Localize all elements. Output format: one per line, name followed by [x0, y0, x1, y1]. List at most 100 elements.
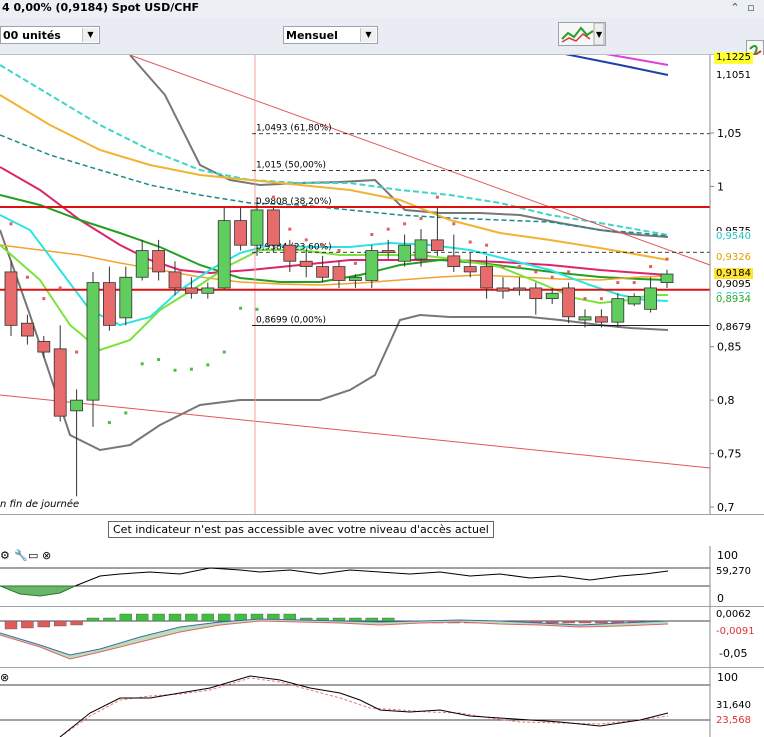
sar-dot-11: [189, 367, 193, 371]
candle-body: [283, 244, 297, 262]
fib-label-1: 1,015 (50,00%): [256, 160, 326, 170]
macd-bar-13: [217, 613, 231, 622]
candle-14: [234, 207, 248, 251]
candle-body: [266, 209, 280, 246]
candle-body: [611, 298, 625, 323]
bollinger-lower-line: [0, 229, 669, 452]
macd-chart: -0,05: [0, 607, 747, 667]
candle-body: [217, 220, 231, 289]
candle-body: [119, 276, 133, 319]
y-tick-label-3: 0,8: [717, 394, 735, 407]
candle-35: [578, 309, 592, 328]
candle-body: [545, 292, 559, 300]
candle-body: [430, 239, 444, 251]
y-tick-label-0: 1,05: [717, 127, 742, 140]
period-value: Mensuel: [286, 29, 338, 42]
stoch-d-line: [59, 677, 669, 737]
candle-6: [103, 266, 116, 331]
candle-5: [86, 271, 100, 427]
units-select[interactable]: 00 unités ▼: [0, 26, 100, 44]
sar-dot-34: [567, 270, 571, 274]
candle-28: [463, 252, 477, 278]
candle-body: [316, 266, 330, 278]
sar-dot-22: [370, 233, 374, 237]
candle-13: [217, 207, 231, 291]
candle-body: [135, 250, 149, 278]
candle-body: [53, 348, 67, 417]
macd-value-label-2: -0,0091: [714, 626, 757, 638]
macd-bar-36: [595, 620, 608, 624]
sar-dot-30: [501, 265, 505, 269]
candle-body: [660, 273, 674, 283]
ma-orange-line: [0, 94, 669, 261]
price-tag-6: 0,9095: [714, 278, 753, 291]
candle-body: [37, 340, 51, 353]
units-value: 00 unités: [3, 29, 61, 42]
candle-body: [529, 287, 543, 300]
candle-body: [201, 287, 215, 294]
trend-line-upper: [129, 55, 711, 266]
ma-navy-line: [564, 55, 669, 76]
price-tag-1: 1,1051: [714, 70, 753, 83]
sar-dot-9: [157, 358, 161, 362]
candle-body: [250, 209, 264, 246]
macd-bar-23: [382, 617, 395, 622]
sar-dot-27: [452, 222, 456, 226]
rsi-chart: 100 0: [0, 546, 738, 606]
candle-body: [595, 316, 608, 323]
sar-dot-33: [550, 275, 554, 279]
sar-dot-1: [25, 275, 29, 279]
access-notice: Cet indicateur n'est pas accessible avec…: [108, 521, 494, 538]
chevron-down-icon[interactable]: ▼: [82, 28, 98, 42]
stochastic-panel: ⊗ 100 31,640 23,568: [0, 668, 764, 737]
chevron-down-icon[interactable]: ▼: [360, 28, 376, 42]
price-chart[interactable]: 1,0493 (61,80%) 1,015 (50,00%) 0,9808 (38,…: [0, 55, 764, 514]
fib-label-2: 0,9808 (38,20%): [256, 197, 332, 207]
candle-body: [644, 287, 657, 310]
macd-value-label-1: 0,0062: [714, 609, 753, 621]
period-select[interactable]: Mensuel ▼: [283, 26, 378, 44]
sar-dot-15: [255, 307, 259, 311]
candle-body: [447, 255, 461, 267]
candle-body: [103, 282, 116, 326]
candle-12: [201, 282, 215, 299]
candle-body: [414, 239, 428, 260]
macd-bar-12: [201, 613, 215, 622]
sar-dot-19: [321, 243, 325, 247]
macd-bar-7: [119, 613, 133, 622]
sar-dot-7: [124, 411, 128, 415]
stochastic-chart: 100: [0, 668, 738, 737]
candle-body: [562, 287, 575, 318]
price-tag-0: 1,1225: [714, 52, 753, 65]
candle-4: [70, 389, 83, 497]
candle-0: [4, 261, 18, 337]
candle-24: [398, 234, 412, 267]
candle-body: [496, 287, 510, 292]
sar-dot-0: [9, 222, 13, 226]
candle-body: [480, 266, 494, 289]
sar-dot-21: [353, 261, 357, 265]
fib-label-0: 1,0493 (61,80%): [256, 124, 332, 134]
sar-dot-20: [337, 249, 341, 253]
sar-dot-12: [206, 363, 210, 367]
candle-body: [381, 250, 395, 254]
macd-bar-8: [135, 613, 149, 622]
restore-icon[interactable]: ⌃: [728, 1, 742, 15]
macd-panel: -0,05 0,0062 -0,0091: [0, 607, 764, 668]
candle-39: [644, 277, 657, 313]
price-tag-4: 0,9326: [714, 252, 753, 265]
macd-bar-21: [349, 617, 362, 622]
rsi-tick-0: 0: [717, 592, 724, 605]
candle-38: [627, 293, 641, 307]
rsi-line: [74, 567, 669, 587]
candle-body: [332, 266, 346, 281]
rsi-tick-100: 100: [717, 549, 738, 562]
stoch-value-label-1: 31,640: [714, 700, 753, 712]
candle-19: [316, 255, 330, 283]
indicators-button[interactable]: ▼: [558, 22, 606, 46]
sar-dot-37: [616, 281, 620, 285]
close-icon[interactable]: ▫: [744, 1, 758, 15]
stoch-tick-100: 100: [717, 671, 738, 684]
sar-dot-35: [583, 297, 587, 301]
title-bar: 4 0,00% (0,9184) Spot USD/CHF ⌃ ▫: [0, 0, 764, 19]
